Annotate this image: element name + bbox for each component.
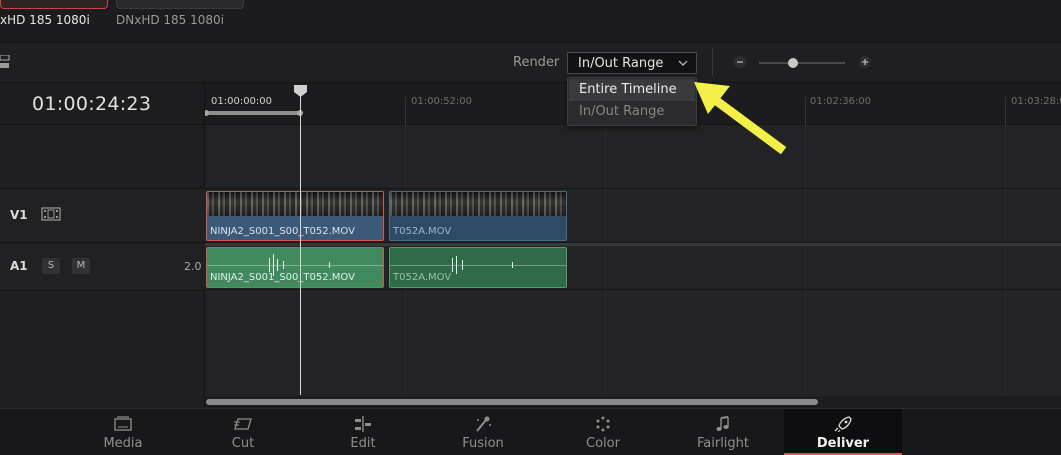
solo-button[interactable]: S xyxy=(42,258,60,274)
mute-button[interactable]: M xyxy=(72,258,90,274)
nav-edit[interactable]: Edit xyxy=(304,409,422,455)
fusion-icon xyxy=(476,416,491,432)
nav-label: Deliver xyxy=(816,436,870,451)
render-range-value: In/Out Range xyxy=(578,56,664,71)
track-headers: V1 A1 S M 2.0 xyxy=(0,125,205,408)
media-icon xyxy=(114,416,132,431)
waveform-spike xyxy=(512,262,513,268)
ruler-timecode: 01:00:52:00 xyxy=(411,96,473,107)
ruler-tick xyxy=(405,97,406,125)
track-header-empty xyxy=(0,125,205,189)
waveform-spike xyxy=(269,258,270,272)
nav-fairlight[interactable]: Fairlight xyxy=(664,409,782,455)
playhead-line[interactable] xyxy=(300,93,301,395)
ruler-tick xyxy=(805,97,806,125)
scrollbar-thumb[interactable] xyxy=(206,399,818,405)
render-range-menu: Entire Timeline In/Out Range xyxy=(567,77,697,126)
zoom-slider-handle[interactable] xyxy=(788,58,799,68)
audio-channel-format: 2.0 xyxy=(184,260,202,273)
source-clip-label: DNxHD 185 1080i xyxy=(116,13,224,27)
timecode-display: 01:00:24:23 xyxy=(0,83,205,125)
render-range-dropdown[interactable]: In/Out Range xyxy=(567,52,697,74)
chevron-down-icon xyxy=(678,60,688,66)
ruler-tick xyxy=(1005,97,1006,125)
nav-color[interactable]: Color xyxy=(544,409,662,455)
ruler-timecode: 01:03:28:0 xyxy=(1011,96,1061,107)
page-navigation: Media Cut Edit Fusion Color Fairlight De… xyxy=(0,408,1061,455)
nav-label: Color xyxy=(586,436,620,451)
toolbar-divider xyxy=(712,48,713,76)
nav-label: Edit xyxy=(350,436,376,451)
edit-icon xyxy=(355,416,371,432)
ruler-timecode: 01:02:36:00 xyxy=(810,96,872,107)
audio-waveform xyxy=(207,265,383,266)
nav-label: Fairlight xyxy=(696,436,750,451)
track-header-a1[interactable]: A1 S M 2.0 xyxy=(0,245,205,291)
waveform-spike xyxy=(456,256,457,274)
waveform-spike xyxy=(462,260,463,270)
track-name: V1 xyxy=(10,208,28,222)
nav-fusion[interactable]: Fusion xyxy=(424,409,542,455)
annotation-arrow xyxy=(694,82,787,155)
source-clip-thumbnail[interactable] xyxy=(116,0,244,9)
timeline-area[interactable]: 01:00:00:00 01:00:52:00 01:02:36:00 01:0… xyxy=(205,83,1061,408)
track-lane-empty xyxy=(205,125,1061,189)
waveform-spike xyxy=(452,258,453,272)
in-out-range-bar[interactable] xyxy=(205,111,300,115)
video-clip[interactable]: T052A.MOV xyxy=(389,191,567,241)
nav-label: Fusion xyxy=(462,436,504,451)
clip-thumbnails xyxy=(207,192,383,216)
menu-item-entire-timeline[interactable]: Entire Timeline xyxy=(569,79,695,101)
color-icon xyxy=(596,416,610,432)
zoom-in-icon[interactable] xyxy=(858,55,872,69)
zoom-slider-track[interactable] xyxy=(759,62,845,64)
source-clip-thumbnail[interactable] xyxy=(0,0,108,9)
zoom-out-icon[interactable] xyxy=(733,55,747,69)
playhead-handle[interactable] xyxy=(294,85,307,97)
clip-thumbnails xyxy=(390,192,566,216)
deliver-icon xyxy=(834,416,852,432)
menu-item-in-out-range[interactable]: In/Out Range xyxy=(569,101,695,123)
track-name: A1 xyxy=(10,259,28,273)
audio-clip[interactable]: T052A.MOV xyxy=(389,247,567,288)
waveform-spike xyxy=(329,262,330,268)
timeline-timecode: 01:00:24:23 xyxy=(32,93,152,115)
waveform-spike xyxy=(283,261,284,269)
source-clip-label: xHD 185 1080i xyxy=(0,13,90,27)
ruler-timecode: 01:00:00:00 xyxy=(211,96,273,107)
waveform-spike xyxy=(277,259,278,271)
nav-label: Cut xyxy=(231,436,255,451)
render-label: Render xyxy=(513,55,560,70)
nav-label: Media xyxy=(103,436,143,451)
layout-icon[interactable] xyxy=(0,55,10,69)
audio-clip[interactable]: NINJA2_S001_S00_T052.MOV xyxy=(206,247,384,288)
nav-media[interactable]: Media xyxy=(64,409,182,455)
audio-waveform xyxy=(390,265,566,266)
clip-label: NINJA2_S001_S00_T052.MOV xyxy=(210,272,355,283)
timeline-toolbar: Render In/Out Range xyxy=(0,43,1061,83)
in-point-handle[interactable] xyxy=(205,110,209,116)
nav-cut[interactable]: Cut xyxy=(184,409,302,455)
video-clip[interactable]: NINJA2_S001_S00_T052.MOV xyxy=(206,191,384,241)
clip-label: T052A.MOV xyxy=(393,272,452,283)
film-icon[interactable] xyxy=(41,207,61,221)
clip-label: NINJA2_S001_S00_T052.MOV xyxy=(210,226,355,237)
fairlight-icon xyxy=(716,416,729,431)
track-header-v1[interactable]: V1 xyxy=(0,189,205,243)
cut-icon xyxy=(234,418,252,430)
source-clip-strip: xHD 185 1080i DNxHD 185 1080i xyxy=(0,0,1061,43)
nav-deliver[interactable]: Deliver xyxy=(784,409,902,455)
clip-label: T052A.MOV xyxy=(393,226,452,237)
